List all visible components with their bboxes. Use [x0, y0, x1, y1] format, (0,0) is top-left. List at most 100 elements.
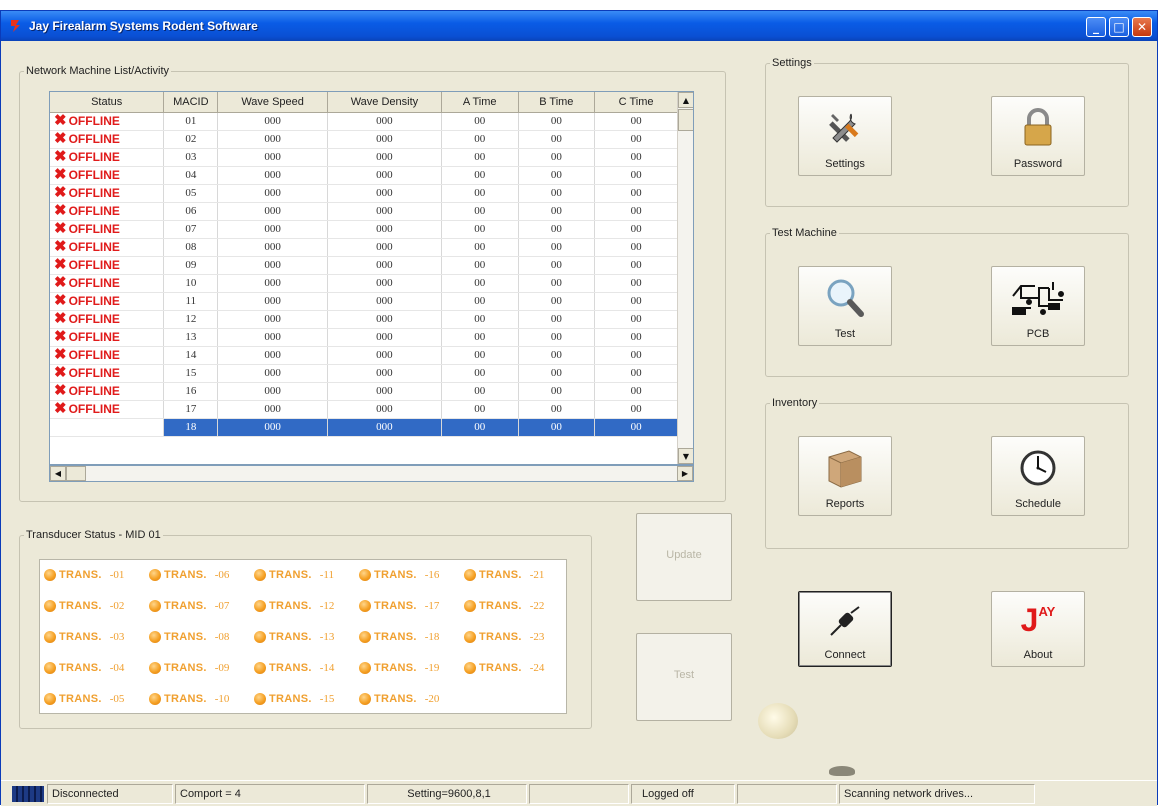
table-row[interactable]: ✖ OFFLINE 13 000 000 00 00 00	[50, 328, 678, 347]
transducer-status-icon	[359, 693, 371, 705]
minimize-button[interactable]: _	[1086, 17, 1106, 37]
table-cell: 00	[518, 364, 596, 383]
schedule-button-label: Schedule	[1015, 498, 1061, 510]
test-transducer-button[interactable]: Test	[636, 633, 732, 721]
offline-x-icon: ✖	[54, 112, 67, 129]
table-cell: 00	[441, 400, 519, 419]
transducer-label: TRANS.	[374, 600, 417, 612]
status-text: OFFLINE	[68, 384, 120, 398]
table-cell: 000	[327, 328, 442, 347]
table-cell: 00	[441, 112, 519, 131]
column-header[interactable]: Wave Speed	[217, 92, 328, 113]
status-cell: ✖ OFFLINE	[50, 292, 165, 311]
plug-icon	[799, 592, 891, 649]
status-text: OFFLINE	[68, 114, 120, 128]
offline-x-icon: ✖	[54, 256, 67, 273]
table-row[interactable]: ✖ OFFLINE 01 000 000 00 00 00	[50, 112, 678, 131]
table-row[interactable]: ✖ OFFLINE 04 000 000 00 00 00	[50, 166, 678, 185]
transducer-label: TRANS.	[479, 631, 522, 643]
column-header[interactable]: MACID	[163, 92, 219, 113]
table-cell: 00	[441, 346, 519, 365]
column-header[interactable]: B Time	[518, 92, 596, 113]
table-cell: 000	[327, 346, 442, 365]
test-button[interactable]: Test	[798, 266, 892, 346]
reports-button[interactable]: Reports	[798, 436, 892, 516]
scroll-thumb[interactable]	[678, 109, 693, 131]
test-button-label: Test	[834, 328, 856, 340]
transducer-label: TRANS.	[269, 569, 312, 581]
table-cell: 05	[163, 184, 219, 203]
scroll-right-button[interactable]: ▶	[677, 466, 693, 481]
table-cell: 000	[327, 184, 442, 203]
table-cell: 14	[163, 346, 219, 365]
network-machine-table[interactable]: Status MACID Wave Speed Wave Density A Time B…	[49, 91, 694, 465]
table-cell: 00	[441, 130, 519, 149]
table-cell: 000	[217, 220, 328, 239]
vertical-scrollbar[interactable]: ▲ ▼	[677, 92, 693, 464]
table-cell: 000	[327, 364, 442, 383]
table-row[interactable]: ✖ OFFLINE 03 000 000 00 00 00	[50, 148, 678, 167]
table-row[interactable]: ✖ OFFLINE 17 000 000 00 00 00	[50, 400, 678, 419]
offline-x-icon: ✖	[54, 328, 67, 345]
password-button[interactable]: Password	[991, 96, 1085, 176]
scroll-down-button[interactable]: ▼	[678, 448, 693, 464]
table-cell: 00	[594, 328, 678, 347]
title-bar[interactable]: Jay Firealarm Systems Rodent Software _ …	[1, 11, 1157, 41]
status-text: OFFLINE	[68, 240, 120, 254]
transducer-number: -23	[529, 631, 545, 643]
table-cell: 07	[163, 220, 219, 239]
table-cell: 00	[594, 238, 678, 257]
table-cell: 000	[327, 292, 442, 311]
status-cell: ✖ OFFLINE	[50, 202, 165, 221]
table-row[interactable]: ✖ OFFLINE 02 000 000 00 00 00	[50, 130, 678, 149]
transducer-label: TRANS.	[59, 600, 102, 612]
column-header[interactable]: Status	[50, 92, 165, 113]
about-button[interactable]: J AY About	[991, 591, 1085, 667]
offline-x-icon: ✖	[54, 274, 67, 291]
hscroll-thumb[interactable]	[66, 466, 86, 481]
scroll-up-button[interactable]: ▲	[678, 92, 693, 108]
maximize-button[interactable]: □	[1109, 17, 1129, 37]
table-header-row: Status MACID Wave Speed Wave Density A Time B…	[50, 92, 678, 113]
table-row[interactable]: ✖ OFFLINE 14 000 000 00 00 00	[50, 346, 678, 365]
test-transducer-button-label: Test	[673, 668, 695, 681]
table-row[interactable]: ✖ OFFLINE 11 000 000 00 00 00	[50, 292, 678, 311]
column-header[interactable]: C Time	[594, 92, 678, 113]
status-connection: Disconnected	[47, 783, 173, 804]
table-row[interactable]: ✖ OFFLINE 18 000 000 00 00 00	[50, 418, 678, 437]
table-row[interactable]: ✖ OFFLINE 09 000 000 00 00 00	[50, 256, 678, 275]
settings-button[interactable]: Settings	[798, 96, 892, 176]
table-cell: 000	[217, 202, 328, 221]
table-row[interactable]: ✖ OFFLINE 05 000 000 00 00 00	[50, 184, 678, 203]
table-cell: 16	[163, 382, 219, 401]
table-row[interactable]: ✖ OFFLINE 06 000 000 00 00 00	[50, 202, 678, 221]
table-cell: 000	[327, 256, 442, 275]
table-row[interactable]: ✖ OFFLINE 12 000 000 00 00 00	[50, 310, 678, 329]
scroll-left-button[interactable]: ◀	[50, 466, 66, 481]
column-header[interactable]: A Time	[441, 92, 519, 113]
table-row[interactable]: ✖ OFFLINE 07 000 000 00 00 00	[50, 220, 678, 239]
close-button[interactable]: ✕	[1132, 17, 1152, 37]
schedule-button[interactable]: Schedule	[991, 436, 1085, 516]
status-cell: ✖ OFFLINE	[50, 130, 165, 149]
column-header[interactable]: Wave Density	[327, 92, 442, 113]
horizontal-scrollbar[interactable]: ◀ ▶	[49, 465, 694, 482]
table-cell: 00	[594, 346, 678, 365]
pcb-button[interactable]: PCB	[991, 266, 1085, 346]
left-arrow-icon: ◀	[54, 469, 62, 478]
transducer-label: TRANS.	[164, 631, 207, 643]
update-button[interactable]: Update	[636, 513, 732, 601]
app-icon	[9, 19, 23, 33]
transducer-number: -06	[214, 569, 230, 581]
table-row[interactable]: ✖ OFFLINE 10 000 000 00 00 00	[50, 274, 678, 293]
table-row[interactable]: ✖ OFFLINE 16 000 000 00 00 00	[50, 382, 678, 401]
maximize-icon: □	[1113, 20, 1125, 34]
status-text: OFFLINE	[68, 312, 120, 326]
table-row[interactable]: ✖ OFFLINE 08 000 000 00 00 00	[50, 238, 678, 257]
table-cell: 09	[163, 256, 219, 275]
table-row[interactable]: ✖ OFFLINE 15 000 000 00 00 00	[50, 364, 678, 383]
transducer-label: TRANS.	[269, 693, 312, 705]
table-cell: 000	[327, 202, 442, 221]
connect-button[interactable]: Connect	[798, 591, 892, 667]
transducer-status-icon	[464, 600, 476, 612]
